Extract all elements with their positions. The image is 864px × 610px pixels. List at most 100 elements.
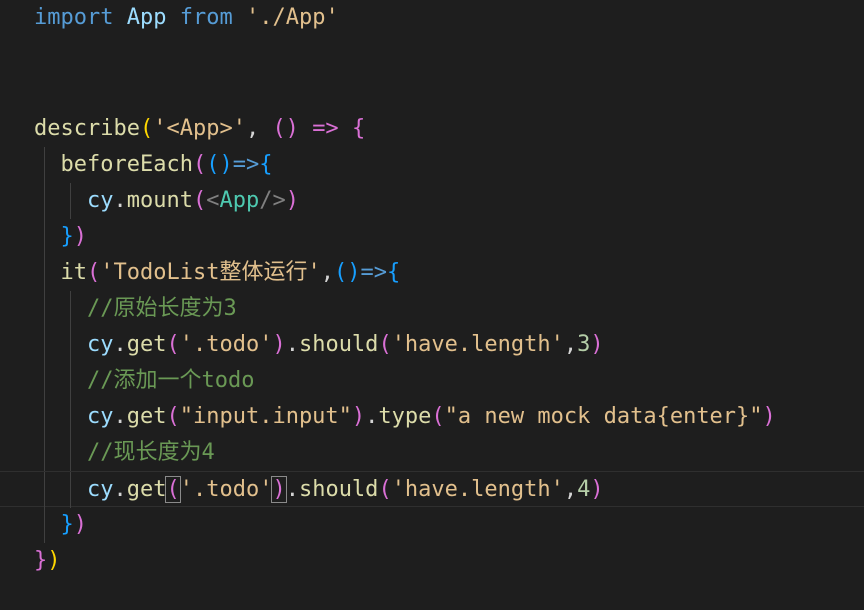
code-line[interactable]: cy.mount(<App/>) — [0, 183, 864, 219]
code-token: ) — [73, 224, 87, 249]
code-token: { — [259, 152, 273, 177]
code-token: ( — [166, 404, 180, 429]
code-token: cy — [86, 188, 114, 213]
code-text: cy.get("input.input").type("a new mock d… — [34, 403, 776, 431]
code-text: //添加一个todo — [34, 367, 254, 395]
code-text: }) — [34, 547, 61, 575]
code-token: "a new mock data{enter}" — [444, 404, 763, 429]
code-line[interactable]: import App from './App' — [0, 0, 864, 36]
code-token: . — [285, 332, 299, 357]
code-line[interactable]: cy.get('.todo').should('have.length',3) — [0, 327, 864, 363]
code-token: , — [245, 116, 273, 141]
code-token: cy — [86, 332, 114, 357]
code-token: describe — [34, 116, 140, 141]
code-token: 'TodoList整体运行' — [100, 260, 321, 285]
code-token: . — [365, 404, 379, 429]
code-token: '.todo' — [179, 332, 273, 357]
matched-bracket: ) — [271, 476, 287, 503]
code-line[interactable] — [0, 36, 864, 72]
code-line[interactable]: }) — [0, 507, 864, 543]
code-text: describe('<App>', () => { — [34, 115, 365, 143]
code-token: ( — [378, 477, 392, 502]
code-token: beforeEach — [60, 152, 193, 177]
code-editor[interactable]: import App from './App' describe('<App>',… — [0, 0, 864, 610]
code-text: }) — [34, 223, 88, 251]
code-token: { — [351, 116, 366, 141]
code-token: } — [60, 224, 74, 249]
code-token: ) — [351, 404, 366, 429]
code-text: cy.get('.todo').should('have.length',4) — [34, 476, 604, 504]
code-token: . — [113, 188, 127, 213]
code-token: ( — [166, 332, 180, 357]
code-line[interactable]: //原始长度为3 — [0, 291, 864, 327]
code-token: . — [285, 477, 299, 502]
code-token: "input.input" — [179, 404, 352, 429]
code-line[interactable]: }) — [0, 219, 864, 255]
code-token: ) — [272, 332, 286, 357]
code-token: get — [126, 404, 167, 429]
code-token: 3 — [577, 332, 591, 357]
code-token: get — [126, 332, 167, 357]
code-text: cy.get('.todo').should('have.length',3) — [34, 331, 604, 359]
code-token: from — [179, 5, 233, 30]
code-line[interactable]: //现长度为4 — [0, 435, 864, 471]
code-text: it('TodoList整体运行',()=>{ — [34, 259, 401, 287]
code-line[interactable]: beforeEach(()=>{ — [0, 147, 864, 183]
code-token: cy — [86, 404, 114, 429]
code-token: 4 — [577, 477, 591, 502]
code-token: () — [333, 260, 361, 285]
code-token: 'have.length' — [391, 477, 564, 502]
code-token: ) — [590, 332, 604, 357]
code-text: import App from './App' — [34, 4, 339, 32]
code-token: cy — [86, 477, 114, 502]
code-token: //现长度为4 — [86, 440, 215, 465]
code-token: ) — [590, 477, 604, 502]
code-token: < — [206, 188, 220, 213]
code-token: , — [563, 332, 578, 357]
code-token: mount — [126, 188, 193, 213]
code-token: () — [272, 116, 299, 141]
code-line[interactable]: cy.get('.todo').should('have.length',4) — [0, 471, 864, 508]
code-token: App — [126, 5, 167, 30]
code-text: }) — [34, 511, 88, 539]
code-line[interactable]: cy.get("input.input").type("a new mock d… — [0, 399, 864, 435]
code-line[interactable]: describe('<App>', () => { — [0, 111, 864, 147]
code-text: cy.mount(<App/>) — [34, 187, 299, 215]
code-line[interactable] — [0, 72, 864, 108]
code-token: //原始长度为3 — [86, 296, 237, 321]
code-token: ) — [47, 548, 61, 573]
code-line[interactable]: //添加一个todo — [0, 363, 864, 399]
code-token: ( — [192, 188, 207, 213]
code-line[interactable]: it('TodoList整体运行',()=>{ — [0, 255, 864, 291]
code-token: ( — [87, 260, 101, 285]
code-token: 'have.length' — [391, 332, 564, 357]
code-token: . — [113, 404, 127, 429]
code-token: => — [312, 116, 339, 141]
code-token: import — [34, 5, 114, 30]
code-token: type — [378, 404, 432, 429]
code-token: ( — [139, 116, 154, 141]
code-token: () — [206, 152, 233, 177]
code-line[interactable]: }) — [0, 543, 864, 579]
code-token: => — [232, 152, 260, 177]
code-token: '<App>' — [153, 116, 246, 141]
code-token: ( — [431, 404, 445, 429]
code-token: should — [298, 332, 379, 357]
code-token: ( — [378, 332, 392, 357]
code-token: get — [126, 477, 167, 502]
code-token: } — [60, 512, 74, 537]
code-token: . — [113, 332, 127, 357]
